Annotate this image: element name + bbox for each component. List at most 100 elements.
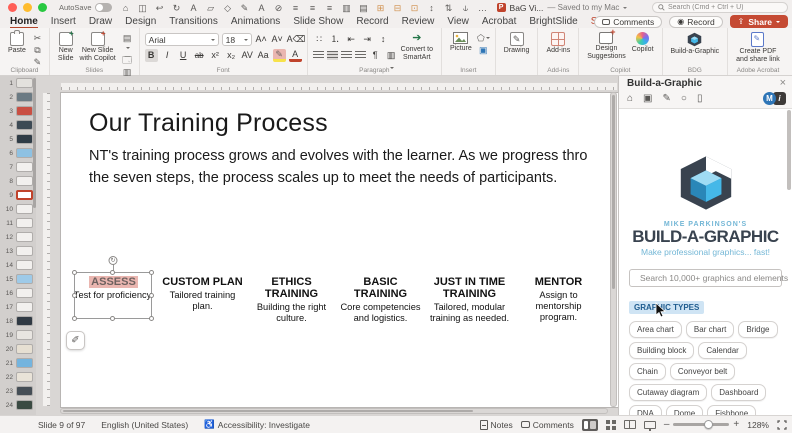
resize-handle-s[interactable] — [110, 316, 115, 321]
line-spacing-button[interactable]: ↕ — [377, 33, 390, 46]
minimize-window-button[interactable] — [23, 3, 32, 12]
slideshow-view-button[interactable] — [643, 420, 656, 431]
graphics-icon[interactable]: ▣ — [643, 93, 652, 105]
slide-thumbnail-7[interactable]: 7 — [0, 160, 36, 174]
tab-home[interactable]: Home — [10, 16, 38, 29]
text-box-icon[interactable]: A — [188, 2, 200, 14]
reading-view-button[interactable] — [623, 420, 636, 429]
comments-button[interactable]: Comments — [594, 15, 663, 28]
slide-thumbnail-9[interactable]: 9 — [0, 188, 36, 202]
drawing-button[interactable]: ✎ Drawing — [501, 31, 533, 56]
zoom-slider-track[interactable] — [673, 420, 730, 429]
thumbnail-preview[interactable] — [16, 358, 33, 368]
flip-icon[interactable]: ↕ — [426, 2, 438, 14]
quick-edit-button[interactable]: ✐ — [66, 331, 85, 350]
graphic-type-chip-building-block[interactable]: Building block — [629, 342, 695, 359]
slide-thumbnail-10[interactable]: 10 — [0, 202, 36, 216]
zoom-window-button[interactable] — [38, 3, 47, 12]
text-box-insert-icon[interactable]: ▣ — [477, 45, 490, 55]
tab-record[interactable]: Record — [356, 16, 388, 27]
layout-icon[interactable]: ▤ — [358, 2, 370, 14]
autosave-control[interactable]: AutoSave — [59, 3, 112, 12]
accessibility-status[interactable]: ♿ Accessibility: Investigate — [204, 419, 310, 430]
thumbnail-preview[interactable] — [16, 78, 33, 88]
slide-thumbnail-3[interactable]: 3 — [0, 104, 36, 118]
tab-review[interactable]: Review — [402, 16, 435, 27]
zoom-level[interactable]: 128% — [747, 420, 769, 430]
search-input[interactable]: Search (Cmd + Ctrl + U) — [652, 2, 788, 13]
distribute-icon[interactable]: ⫝ — [460, 2, 472, 14]
tab-transitions[interactable]: Transitions — [169, 16, 218, 27]
thumbnail-preview[interactable] — [16, 400, 33, 410]
design-suggestions-button[interactable]: Design Suggestions — [584, 27, 629, 61]
thumbnail-preview[interactable] — [16, 176, 33, 186]
graphic-type-chip-dome[interactable]: Dome — [665, 405, 704, 415]
slide-thumbnail-17[interactable]: 17 — [0, 300, 36, 314]
tab-animations[interactable]: Animations — [231, 16, 280, 27]
align-left-icon[interactable]: ≡ — [290, 2, 302, 14]
picture-button[interactable]: Picture — [447, 31, 475, 54]
process-step-4[interactable]: BASIC TRAINING Core competencies and logi… — [336, 276, 425, 324]
slide-thumbnail-5[interactable]: 5 — [0, 132, 36, 146]
text-direction-button[interactable]: ¶ — [369, 49, 382, 62]
tab-brightslide[interactable]: BrightSlide — [529, 16, 577, 27]
slide-sorter-view-button[interactable] — [605, 419, 616, 430]
graphic-type-chip-bar-chart[interactable]: Bar chart — [685, 321, 735, 338]
thumbnail-preview[interactable] — [16, 204, 33, 214]
bullets-button[interactable]: ∷ — [313, 33, 326, 46]
fit-to-window-icon[interactable] — [777, 419, 787, 430]
tab-view[interactable]: View — [447, 16, 469, 27]
close-panel-icon[interactable]: × — [780, 77, 786, 89]
graphic-type-chip-calendar[interactable]: Calendar — [698, 342, 747, 359]
resize-handle-e[interactable] — [149, 292, 154, 298]
build-a-graphic-button[interactable]: Build-a-Graphic — [668, 31, 723, 57]
slide-thumbnail-22[interactable]: 22 — [0, 370, 36, 384]
resize-handle-n[interactable] — [110, 270, 115, 275]
thumbnail-preview[interactable] — [16, 246, 33, 256]
graphic-types-section-label[interactable]: GRAPHIC TYPES — [629, 301, 705, 314]
fill-color-icon[interactable]: ◇ — [222, 2, 234, 14]
tab-slide-show[interactable]: Slide Show — [293, 16, 343, 27]
group-objects-icon[interactable]: ⊡ — [409, 2, 421, 14]
thumbnail-preview[interactable] — [16, 190, 33, 200]
columns-button[interactable]: ▥ — [385, 49, 398, 69]
shape-outline-icon[interactable]: ⊘ — [273, 2, 285, 14]
tab-acrobat[interactable]: Acrobat — [482, 16, 516, 27]
new-slide-copilot-button[interactable]: New Slide with Copilot — [76, 29, 118, 63]
format-painter-icon[interactable]: ✎ — [31, 57, 44, 67]
home-icon[interactable]: ⌂ — [627, 93, 633, 105]
slide-layout-icon[interactable]: ▤ — [121, 33, 134, 53]
rotate-icon[interactable]: ⇅ — [443, 2, 455, 14]
columns-icon[interactable]: ▥ — [341, 2, 353, 14]
zoom-out-button[interactable]: – — [664, 419, 670, 430]
change-case-button[interactable]: Aa — [257, 49, 270, 62]
comments-toggle-button[interactable]: Comments — [520, 420, 574, 430]
shrink-font-button[interactable]: A˅ — [271, 33, 284, 46]
clear-formatting-button[interactable]: A⌫ — [287, 33, 306, 46]
process-step-6[interactable]: MENTOR Assign to mentorship program. — [514, 276, 603, 324]
bold-button[interactable]: B — [144, 49, 158, 62]
thumbnail-preview[interactable] — [16, 372, 33, 382]
process-step-3[interactable]: ETHICS TRAINING Building the right cultur… — [247, 276, 336, 324]
slide-thumbnail-1[interactable]: 1 — [0, 76, 36, 90]
record-button[interactable]: ◉ Record — [669, 15, 723, 28]
resize-handle-w[interactable] — [72, 292, 77, 298]
copilot-button[interactable]: Copilot — [629, 31, 657, 55]
slide-thumbnail-13[interactable]: 13 — [0, 244, 36, 258]
home-icon[interactable]: ⌂ — [120, 2, 132, 14]
font-name-select[interactable]: Arial — [144, 33, 219, 46]
tab-design[interactable]: Design — [125, 16, 156, 27]
slide-thumbnail-12[interactable]: 12 — [0, 230, 36, 244]
numbering-button[interactable]: ⒈ — [329, 33, 342, 46]
slide-thumbnail-8[interactable]: 8 — [0, 174, 36, 188]
thumbnail-preview[interactable] — [16, 316, 33, 326]
create-pdf-button[interactable]: Create PDF and share link — [733, 31, 783, 64]
zoom-in-button[interactable]: + — [733, 419, 739, 430]
thumbnail-preview[interactable] — [16, 162, 33, 172]
slide-position[interactable]: Slide 9 of 97 — [38, 420, 85, 430]
justify-button[interactable] — [354, 51, 366, 60]
more-icon[interactable]: … — [477, 2, 489, 14]
shapes-menu-icon[interactable]: ⬠ — [477, 33, 490, 43]
avatar[interactable]: M — [763, 92, 776, 105]
slide-thumbnail-21[interactable]: 21 — [0, 356, 36, 370]
